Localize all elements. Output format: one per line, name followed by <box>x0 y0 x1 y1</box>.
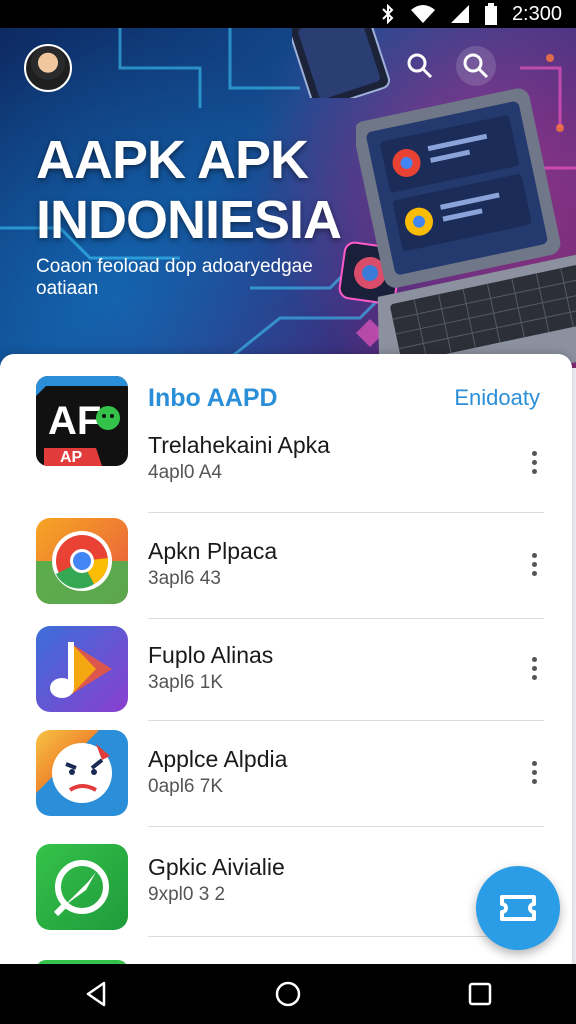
divider <box>148 936 544 937</box>
search-icon <box>463 53 489 79</box>
avatar[interactable] <box>24 44 72 92</box>
more-options-button[interactable] <box>522 546 546 582</box>
app-list-item[interactable]: Apkn Plpaca 3apl6 43 <box>0 518 572 622</box>
wifi-icon <box>410 5 435 23</box>
back-icon <box>86 981 106 1007</box>
svg-text:AP: AP <box>60 449 83 466</box>
divider <box>148 618 544 619</box>
home-button[interactable] <box>258 964 318 1024</box>
app-meta: 4apl0 A4 <box>148 462 222 483</box>
search-button-secondary[interactable] <box>456 46 496 86</box>
app-name: Gpkic Aivialie <box>148 854 285 880</box>
app-meta: 0apl6 7K <box>148 776 224 797</box>
app-list-item[interactable]: Applce Alpdia 0apl6 7K <box>0 730 572 834</box>
search-icon <box>407 53 433 79</box>
more-options-button[interactable] <box>522 444 546 480</box>
play-icon <box>36 626 128 712</box>
recents-icon <box>468 982 492 1006</box>
divider <box>148 826 544 827</box>
app-name: Applce Alpdia <box>148 746 288 772</box>
app-meta: 9xpl0 3 2 <box>148 884 226 905</box>
svg-text:AF: AF <box>48 399 101 443</box>
chrome-icon <box>36 518 128 604</box>
hero-subtitle: Coaon feoload dop adoaryedgae oatiaan <box>36 256 313 299</box>
face-app-icon <box>36 730 128 816</box>
search-button[interactable] <box>400 46 440 86</box>
app-meta: 3apl6 1K <box>148 672 224 693</box>
status-bar: 2:300 <box>0 0 576 28</box>
more-options-button[interactable] <box>522 754 546 790</box>
recents-button[interactable] <box>450 964 510 1024</box>
navigation-bar <box>0 964 576 1024</box>
divider <box>148 512 544 513</box>
af-app-icon: AF AP <box>36 376 128 466</box>
back-button[interactable] <box>66 964 126 1024</box>
compass-app-icon <box>36 844 128 930</box>
hero-title: AAPK APK INDONIESIA <box>36 130 342 250</box>
app-name: Fuplo Alinas <box>148 642 274 668</box>
more-options-button[interactable] <box>522 650 546 686</box>
home-icon <box>275 981 301 1007</box>
fab-button[interactable] <box>476 866 560 950</box>
battery-icon <box>484 3 497 25</box>
app-name: Trelahekaini Apka <box>148 432 330 458</box>
app-list-item[interactable]: Fuplo Alinas 3apl6 1K <box>0 626 572 730</box>
laptop-illustration <box>356 88 576 368</box>
app-name: Apkn Plpaca <box>148 538 278 564</box>
divider <box>148 720 544 721</box>
app-meta: 3apl6 43 <box>148 568 221 589</box>
app-list-item[interactable]: AF AP Trelahekaini Apka 4apl0 A4 <box>0 376 572 483</box>
signal-icon <box>450 5 469 23</box>
hero-banner: AAPK APK INDONIESIA Coaon feoload dop ad… <box>0 28 576 368</box>
bluetooth-icon <box>382 4 394 24</box>
ticket-icon <box>500 895 536 921</box>
status-time: 2:300 <box>511 2 562 25</box>
